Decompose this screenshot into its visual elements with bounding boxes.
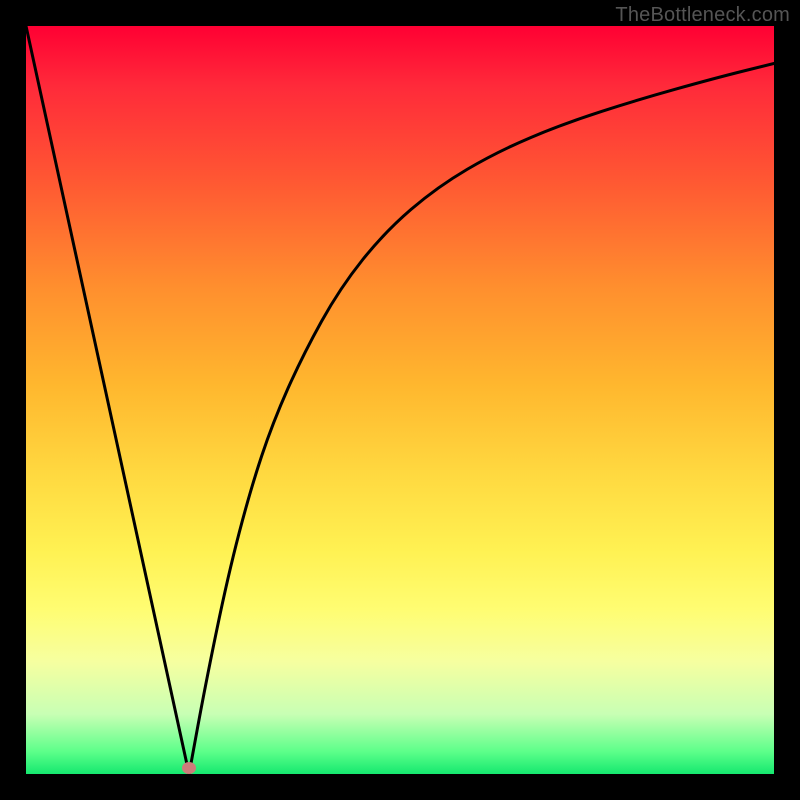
chart-frame: TheBottleneck.com [0,0,800,800]
curve-left-branch [26,26,189,774]
minimum-marker [182,762,196,774]
watermark: TheBottleneck.com [615,4,790,27]
curve-path-group [26,26,774,774]
curve-svg [26,26,774,774]
plot-area [26,26,774,774]
curve-right-branch [189,63,774,774]
